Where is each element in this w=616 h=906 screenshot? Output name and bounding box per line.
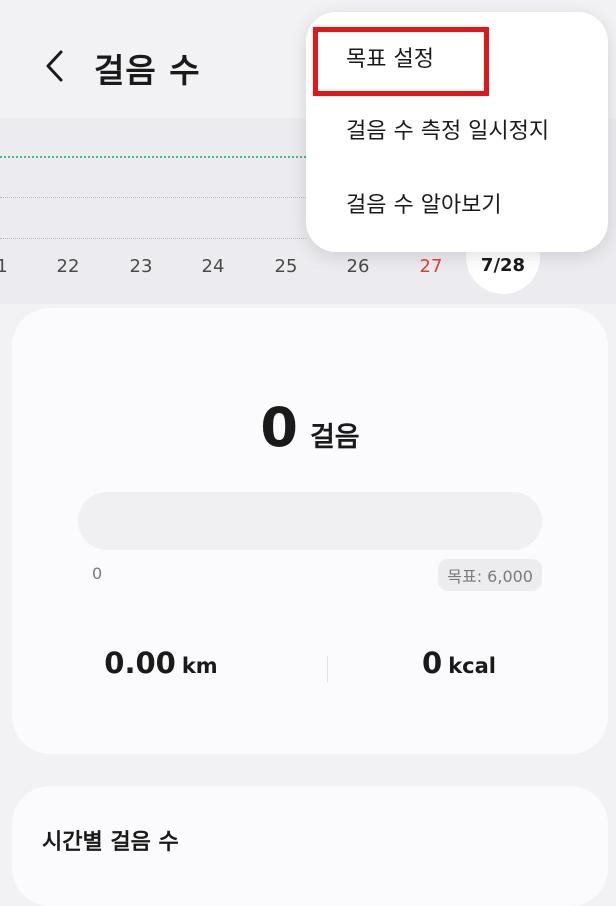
highlight-box [313,27,489,96]
date-label[interactable]: 25 [275,256,298,277]
date-label[interactable]: 23 [130,256,153,277]
back-button[interactable] [36,44,72,88]
date-label[interactable]: 22 [57,256,80,277]
steps-count: 0 걸음 [12,396,608,459]
steps-value: 0 [260,396,298,459]
calories-value: 0 [422,646,443,680]
progress-min-label: 0 [92,564,103,583]
calories-unit: kcal [448,654,496,678]
distance-unit: km [181,654,218,678]
steps-unit: 걸음 [309,422,360,453]
distance-stat: 0.00 km [12,646,310,680]
steps-summary-card: 0 걸음 0 목표: 6,000 0.00 km 0 kcal [12,308,608,754]
grid-line [0,197,306,198]
date-label[interactable]: 26 [347,256,370,277]
date-label[interactable]: 24 [202,256,225,277]
grid-line [0,238,306,239]
date-label[interactable]: 1 [0,256,8,277]
steps-progress-bar [78,492,542,550]
goal-badge: 목표: 6,000 [438,559,542,591]
distance-value: 0.00 [104,646,176,680]
page-title: 걸음 수 [94,51,201,90]
date-label-sunday[interactable]: 27 [420,256,443,277]
menu-item-pause-step-tracking[interactable]: 걸음 수 측정 일시정지 [306,101,608,163]
hourly-steps-title: 시간별 걸음 수 [42,830,179,855]
calories-stat: 0 kcal [310,646,608,680]
goal-line [0,156,306,158]
hourly-steps-card[interactable]: 시간별 걸음 수 [12,786,608,906]
menu-item-learn-about-steps[interactable]: 걸음 수 알아보기 [306,175,608,237]
chevron-left-icon [46,50,63,82]
